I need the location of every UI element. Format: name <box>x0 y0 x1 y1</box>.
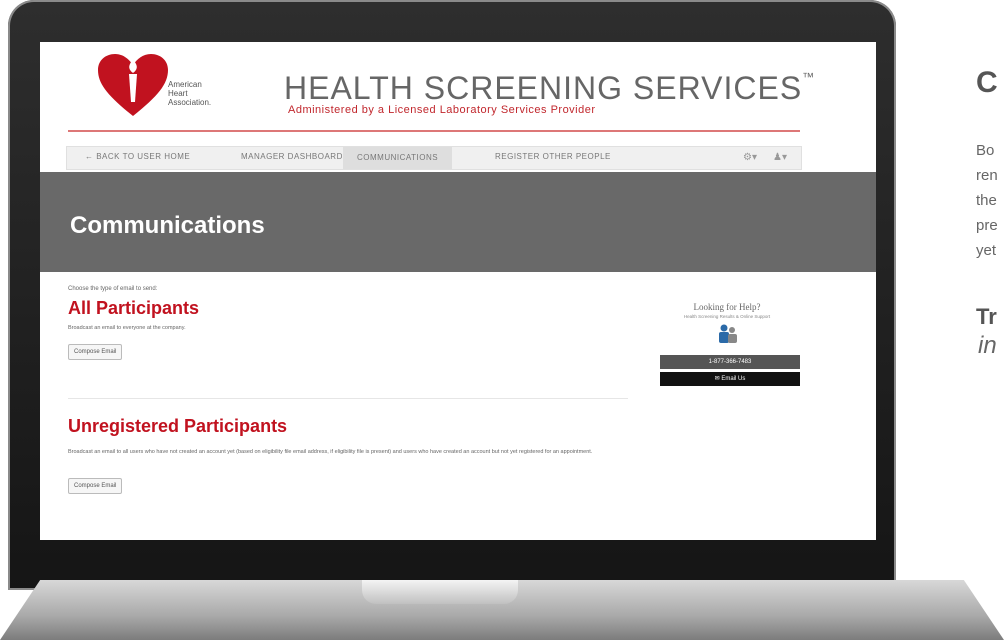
laptop-notch <box>362 580 518 604</box>
marketing-body: Bo ren the pre yet <box>976 138 998 263</box>
brand-title: HEALTH SCREENING SERVICES™ <box>284 70 815 107</box>
nav-manager-dashboard[interactable]: MANAGER DASHBOARD <box>241 152 343 161</box>
site-header: American Heart Association. HEALTH SCREE… <box>40 42 876 138</box>
heart-torch-logo-icon[interactable] <box>96 52 170 118</box>
compose-email-button[interactable]: Compose Email <box>68 344 123 360</box>
compose-email-button[interactable]: Compose Email <box>68 478 123 494</box>
page-title-band: Communications <box>40 172 876 272</box>
marketing-body-line: pre <box>976 217 998 234</box>
marketing-body-line: ren <box>976 167 998 184</box>
nav-register-other-people[interactable]: REGISTER OTHER PEOPLE <box>495 152 611 161</box>
page-intro: Choose the type of email to send: <box>68 286 158 292</box>
help-phone-button[interactable]: 1-877-366-7483 <box>660 355 800 369</box>
section-desc-all-participants: Broadcast an email to everyone at the co… <box>68 325 186 331</box>
logo-line: Association. <box>168 98 212 107</box>
header-divider <box>68 130 800 132</box>
help-title: Looking for Help? <box>693 302 761 312</box>
marketing-panel: C Bo ren the pre yet Tr in <box>966 0 1004 640</box>
logo-line: Heart <box>168 89 188 98</box>
nav-back-to-user-home[interactable]: ← BACK TO USER HOME <box>85 152 190 161</box>
email-us-button[interactable]: ✉ Email Us <box>660 372 800 386</box>
section-title-unregistered-participants: Unregistered Participants <box>68 416 288 436</box>
section-desc-unregistered-participants: Broadcast an email to all users who have… <box>68 449 593 455</box>
trademark-mark: ™ <box>802 70 816 84</box>
logo-text: American Heart Association. <box>168 80 211 107</box>
nav-communications[interactable]: COMMUNICATIONS <box>343 147 453 169</box>
marketing-subheading: Tr <box>976 304 997 329</box>
section-title-all-participants: All Participants <box>68 298 200 318</box>
logo-line: American <box>168 80 202 89</box>
help-subtitle: Health Screening Results & Online Suppor… <box>683 314 771 319</box>
main-nav: ← BACK TO USER HOME MANAGER DASHBOARD CO… <box>66 146 802 170</box>
laptop-screen: American Heart Association. HEALTH SCREE… <box>40 42 876 540</box>
marketing-heading: C <box>976 66 998 99</box>
brand-title-text: HEALTH SCREENING SERVICES <box>284 70 803 106</box>
user-icon[interactable]: ♟▾ <box>773 152 787 163</box>
marketing-body-line: the <box>976 192 997 209</box>
gear-icon[interactable]: ⚙▾ <box>743 152 757 163</box>
brand-subtitle: Administered by a Licensed Laboratory Se… <box>288 104 596 116</box>
section-divider <box>68 398 628 399</box>
marketing-italic: in <box>978 332 997 359</box>
page-title: Communications <box>70 212 265 239</box>
marketing-body-line: Bo <box>976 142 995 159</box>
people-icon <box>719 324 737 343</box>
marketing-body-line: yet <box>976 242 997 259</box>
